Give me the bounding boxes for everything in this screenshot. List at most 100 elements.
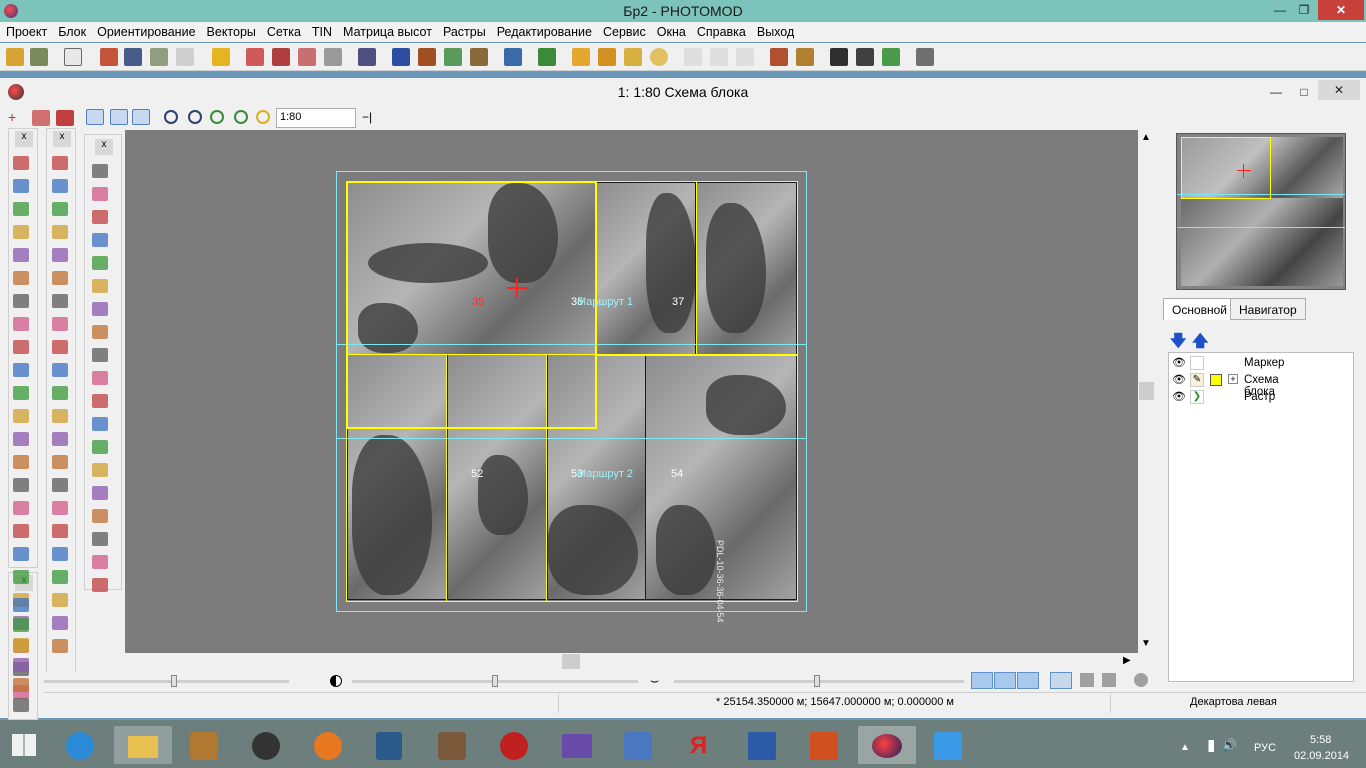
tool-icon[interactable] xyxy=(13,432,29,446)
tool-icon[interactable] xyxy=(13,248,29,262)
tiles-icon[interactable] xyxy=(830,48,848,66)
home-icon[interactable] xyxy=(504,48,522,66)
tool-icon[interactable] xyxy=(92,164,108,178)
view-mode-button-1[interactable] xyxy=(971,672,993,689)
folder-save-icon[interactable] xyxy=(624,48,642,66)
folder-open-icon[interactable] xyxy=(572,48,590,66)
tool-icon[interactable] xyxy=(92,348,108,362)
edit-pencil-icon[interactable]: ✎ xyxy=(1190,373,1204,387)
taskbar-vs-icon[interactable] xyxy=(548,726,606,764)
tool-icon[interactable] xyxy=(13,340,29,354)
menu-edit[interactable]: Редактирование xyxy=(491,22,597,39)
tool-icon[interactable] xyxy=(52,455,68,469)
overview-map[interactable] xyxy=(1176,133,1346,290)
layer-icon[interactable] xyxy=(32,110,50,126)
pencil-doc-icon[interactable] xyxy=(176,48,194,66)
globe-icon[interactable] xyxy=(650,48,668,66)
tray-arrow-icon[interactable]: ▲ xyxy=(1180,742,1190,753)
expand-icon[interactable]: + xyxy=(1228,374,1238,384)
window-icon[interactable] xyxy=(124,48,142,66)
tool-icon[interactable] xyxy=(52,340,68,354)
open-project-icon[interactable] xyxy=(6,48,24,66)
tray-language[interactable]: РУС xyxy=(1254,742,1276,754)
tool-icon[interactable] xyxy=(13,455,29,469)
check-doc-icon[interactable] xyxy=(444,48,462,66)
maximize-button[interactable]: ❐ xyxy=(1292,0,1316,20)
add-layer-icon[interactable] xyxy=(770,48,788,66)
tool-icon[interactable] xyxy=(92,578,108,592)
tie-points-icon[interactable] xyxy=(298,48,316,66)
menu-windows[interactable]: Окна xyxy=(651,22,691,39)
undo-icon[interactable] xyxy=(684,48,702,66)
view-mode-button-2[interactable] xyxy=(994,672,1016,689)
tool-icon[interactable] xyxy=(52,294,68,308)
taskbar-yandex-icon[interactable]: Я xyxy=(672,726,730,764)
zoom-in-icon[interactable] xyxy=(164,110,178,124)
menu-exit[interactable]: Выход xyxy=(751,22,799,39)
eye-icon[interactable]: 👁 xyxy=(1172,390,1186,403)
tab-navigator[interactable]: Навигатор xyxy=(1230,298,1306,320)
tool-icon[interactable] xyxy=(13,598,29,612)
block-scheme-canvas[interactable]: 35 36 Маршрут 1 37 52 53 Маршрут 2 54 PD… xyxy=(125,130,1138,653)
palette-close-icon[interactable]: x xyxy=(15,131,33,147)
contrast-slider-thumb[interactable] xyxy=(492,675,498,687)
pin-icon[interactable]: −| xyxy=(362,110,372,124)
tool-icon[interactable] xyxy=(13,363,29,377)
marker-tool-icon[interactable] xyxy=(56,110,74,126)
menu-vectors[interactable]: Векторы xyxy=(201,22,261,39)
marker-cross-icon[interactable] xyxy=(507,278,527,298)
list-icon[interactable] xyxy=(64,48,82,66)
tool-icon[interactable] xyxy=(92,279,108,293)
tool-icon[interactable] xyxy=(52,501,68,515)
tool-icon[interactable] xyxy=(52,570,68,584)
windows-icon[interactable] xyxy=(856,48,874,66)
horizontal-scroll-thumb[interactable] xyxy=(562,654,580,669)
menu-block[interactable]: Блок xyxy=(52,22,91,39)
settings-icon[interactable] xyxy=(916,48,934,66)
tool-icon[interactable] xyxy=(52,179,68,193)
dem-icon[interactable] xyxy=(358,48,376,66)
palette2-close-icon[interactable]: x xyxy=(53,131,71,147)
tool-icon[interactable] xyxy=(52,156,68,170)
tray-date[interactable]: 02.09.2014 xyxy=(1294,750,1349,762)
tool-icon[interactable] xyxy=(92,532,108,546)
taskbar-power-icon[interactable] xyxy=(486,726,544,764)
display-option-icon-2[interactable] xyxy=(1102,673,1116,687)
tool-icon[interactable] xyxy=(92,325,108,339)
crosshair-mode-icon[interactable] xyxy=(110,109,128,125)
tool-icon[interactable] xyxy=(13,501,29,515)
menu-service[interactable]: Сервис xyxy=(597,22,651,39)
taskbar-app-3-icon[interactable] xyxy=(176,726,234,764)
tool-icon[interactable] xyxy=(13,524,29,538)
layer-color-swatch[interactable] xyxy=(1210,374,1222,386)
zoom-area-icon[interactable] xyxy=(256,110,270,124)
gamma-slider-thumb[interactable] xyxy=(814,675,820,687)
tool-icon[interactable] xyxy=(52,386,68,400)
delete-points-icon[interactable] xyxy=(272,48,290,66)
corner-mode-icon[interactable] xyxy=(132,109,150,125)
tool-icon[interactable] xyxy=(13,271,29,285)
scroll-right-icon[interactable]: ▶ xyxy=(1123,655,1131,666)
build-icon[interactable] xyxy=(470,48,488,66)
scroll-up-icon[interactable]: ▲ xyxy=(1141,132,1151,143)
folder-edit-icon[interactable] xyxy=(598,48,616,66)
tool-icon[interactable] xyxy=(92,233,108,247)
tool-icon[interactable] xyxy=(13,294,29,308)
menu-rasters[interactable]: Растры xyxy=(437,22,491,39)
tool-icon[interactable] xyxy=(92,555,108,569)
table-icon[interactable] xyxy=(538,48,556,66)
tool-icon[interactable] xyxy=(13,547,29,561)
taskbar-app-6-icon[interactable] xyxy=(362,726,420,764)
tool-icon[interactable] xyxy=(13,409,29,423)
tool-icon[interactable] xyxy=(52,248,68,262)
tray-volume-icon[interactable]: 🔊 xyxy=(1222,738,1237,752)
taskbar-doc-icon[interactable] xyxy=(424,726,482,764)
tool-icon[interactable] xyxy=(92,187,108,201)
zoom-all-icon[interactable] xyxy=(234,110,248,124)
tool-icon[interactable] xyxy=(52,317,68,331)
inner-maximize-button[interactable]: □ xyxy=(1292,82,1316,102)
brightness-slider-track[interactable] xyxy=(44,680,289,683)
tool-icon[interactable] xyxy=(13,202,29,216)
tool-icon[interactable] xyxy=(52,524,68,538)
tool-icon[interactable] xyxy=(52,593,68,607)
